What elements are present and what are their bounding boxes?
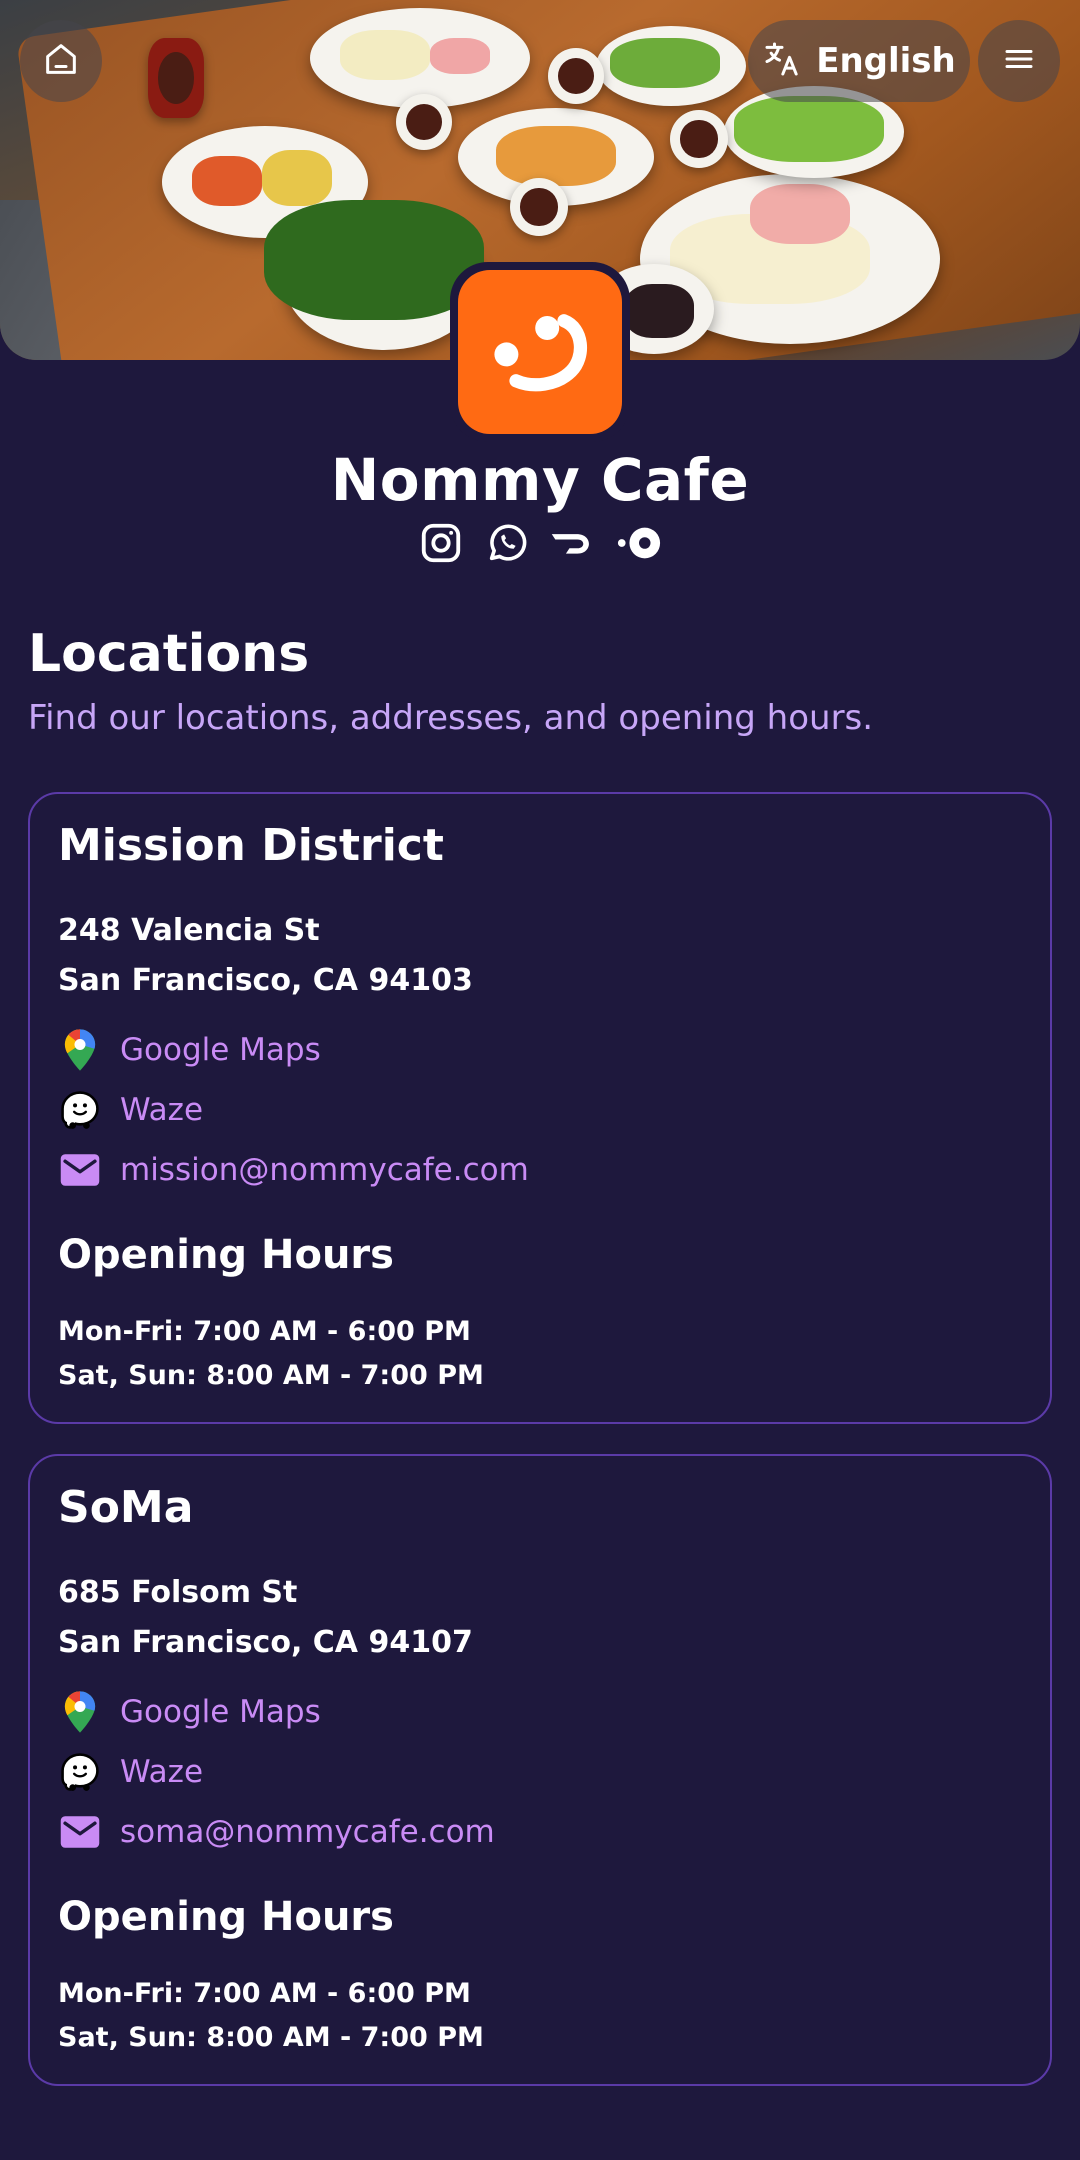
waze-link[interactable]: Waze — [58, 1088, 203, 1132]
waze-icon — [58, 1750, 102, 1794]
location-card-mission: Mission District 248 Valencia St San Fra… — [28, 792, 1052, 1424]
location-name: SoMa — [58, 1482, 194, 1533]
address-line-1: 685 Folsom St — [58, 1575, 298, 1610]
language-selector[interactable]: English — [748, 20, 970, 102]
address-line-2: San Francisco, CA 94107 — [58, 1625, 473, 1660]
social-links — [0, 520, 1080, 566]
waze-label: Waze — [120, 1092, 204, 1128]
email-link[interactable]: soma@nommycafe.com — [58, 1810, 495, 1854]
opening-hours-title: Opening Hours — [58, 1894, 394, 1940]
google-maps-pin-icon — [58, 1028, 102, 1072]
home-icon — [41, 39, 81, 83]
email-link[interactable]: mission@nommycafe.com — [58, 1148, 529, 1192]
google-maps-link[interactable]: Google Maps — [58, 1028, 321, 1072]
hours-weekday: Mon-Fri: 7:00 AM - 6:00 PM — [58, 1978, 471, 2009]
google-maps-label: Google Maps — [120, 1032, 321, 1068]
location-card-soma: SoMa 685 Folsom St San Francisco, CA 941… — [28, 1454, 1052, 2086]
page-subtitle: Find our locations, addresses, and openi… — [28, 698, 874, 738]
instagram-icon[interactable] — [418, 520, 464, 566]
menu-button[interactable] — [978, 20, 1060, 102]
brand-logo-icon — [458, 270, 622, 434]
hours-weekend: Sat, Sun: 8:00 AM - 7:00 PM — [58, 2022, 484, 2053]
hours-weekday: Mon-Fri: 7:00 AM - 6:00 PM — [58, 1316, 471, 1347]
mail-icon — [58, 1148, 102, 1192]
brand-logo-frame — [450, 262, 630, 442]
google-maps-label: Google Maps — [120, 1694, 321, 1730]
address-line-2: San Francisco, CA 94103 — [58, 963, 473, 998]
waze-icon — [58, 1088, 102, 1132]
hamburger-menu-icon — [1001, 41, 1037, 81]
location-name: Mission District — [58, 820, 444, 871]
plate-cheese — [310, 8, 530, 108]
google-maps-pin-icon — [58, 1690, 102, 1734]
address-line-1: 248 Valencia St — [58, 913, 320, 948]
home-button[interactable] — [20, 20, 102, 102]
hours-weekend: Sat, Sun: 8:00 AM - 7:00 PM — [58, 1360, 484, 1391]
waze-link[interactable]: Waze — [58, 1750, 203, 1794]
email-label: soma@nommycafe.com — [120, 1814, 495, 1850]
cup — [548, 48, 604, 104]
plate-cucumber — [596, 26, 746, 106]
cup — [670, 110, 728, 168]
whatsapp-icon[interactable] — [484, 520, 530, 566]
tea-glass — [148, 38, 204, 118]
doordash-icon[interactable] — [550, 520, 596, 566]
opening-hours-title: Opening Hours — [58, 1232, 394, 1278]
waze-label: Waze — [120, 1754, 204, 1790]
cup — [510, 178, 568, 236]
google-maps-link[interactable]: Google Maps — [58, 1690, 321, 1734]
language-label: English — [816, 41, 956, 81]
mail-icon — [58, 1810, 102, 1854]
page-title: Locations — [28, 624, 310, 684]
email-label: mission@nommycafe.com — [120, 1152, 529, 1188]
translate-icon — [762, 39, 802, 83]
brand-name: Nommy Cafe — [330, 446, 750, 514]
ubereats-icon[interactable] — [616, 520, 662, 566]
cup — [396, 94, 452, 150]
